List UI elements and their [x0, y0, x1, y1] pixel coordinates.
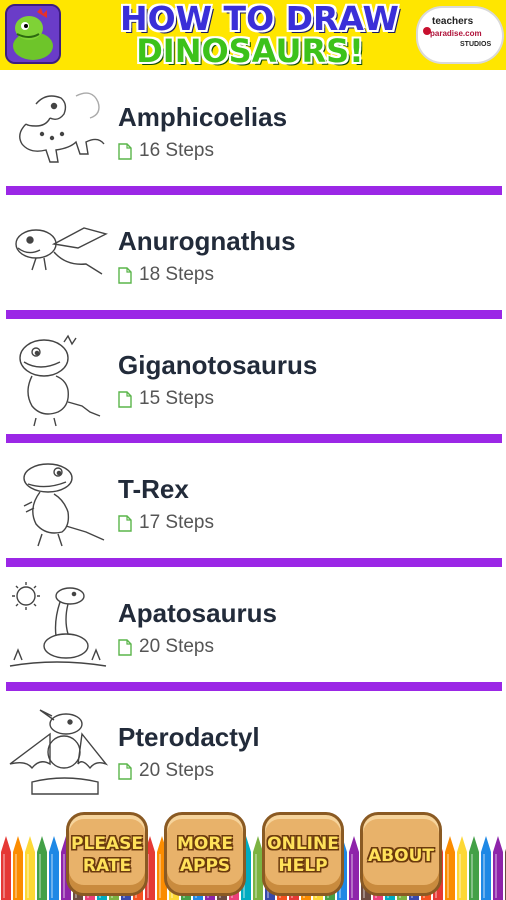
about-button[interactable]: ABOUT	[360, 812, 442, 896]
step-count-label: 15 Steps	[139, 388, 214, 409]
step-count-label: 18 Steps	[139, 264, 214, 285]
step-count: 20 Steps	[118, 760, 214, 782]
list-item[interactable]: Anurognathus 18 Steps	[0, 194, 506, 318]
crayon	[457, 836, 467, 900]
app-header: HOW TO DRAW DINOSAURS! teachers paradise…	[0, 0, 506, 70]
anurognathus-drawing-icon	[6, 208, 110, 306]
list-item[interactable]: T-Rex 17 Steps	[0, 442, 506, 566]
crayon	[349, 836, 359, 900]
document-icon	[118, 638, 132, 656]
list-item[interactable]: Apatosaurus 20 Steps	[0, 566, 506, 690]
crayon	[445, 836, 455, 900]
list-item[interactable]: Giganotosaurus 15 Steps	[0, 318, 506, 442]
crayon	[13, 836, 23, 900]
app-icon	[5, 4, 61, 64]
crayon	[49, 836, 59, 900]
crayon	[1, 836, 11, 900]
t-rex-drawing-icon	[6, 456, 110, 554]
document-icon	[118, 390, 132, 408]
crayon	[469, 836, 479, 900]
giganotosaurus-drawing-icon	[6, 332, 110, 430]
about-button-label: ABOUT	[368, 846, 434, 866]
more-apps-button-line2: APPS	[179, 856, 231, 876]
online-help-button-line1: ONLINE	[267, 834, 339, 854]
step-count-label: 16 Steps	[139, 140, 214, 161]
document-icon	[118, 142, 132, 160]
crayon	[25, 836, 35, 900]
logo-text-studios: STUDIOS	[460, 41, 492, 48]
dinosaur-name: Anurognathus	[118, 226, 296, 256]
dinosaur-name: Amphicoelias	[118, 102, 288, 132]
dinosaur-name: Apatosaurus	[118, 598, 277, 628]
step-count: 15 Steps	[118, 388, 214, 410]
crayon	[481, 836, 491, 900]
dinosaur-name: Pterodactyl	[118, 722, 260, 752]
please-rate-button-line1: PLEASE	[71, 834, 143, 854]
online-help-button[interactable]: ONLINE HELP	[262, 812, 344, 896]
list-item[interactable]: Amphicoelias 16 Steps	[0, 70, 506, 194]
logo-text-teachers: teachers	[432, 16, 474, 27]
step-count-label: 20 Steps	[139, 636, 214, 657]
amphicoelias-drawing-icon	[6, 84, 110, 182]
crayon	[37, 836, 47, 900]
step-count: 16 Steps	[118, 140, 214, 162]
logo-text-paradise: paradise.com	[430, 29, 482, 38]
please-rate-button-line2: RATE	[82, 856, 132, 876]
more-apps-button-line1: MORE	[176, 834, 234, 854]
more-apps-button[interactable]: MORE APPS	[164, 812, 246, 896]
step-count-label: 20 Steps	[139, 760, 214, 781]
apatosaurus-drawing-icon	[6, 580, 110, 678]
dinosaur-name: T-Rex	[118, 474, 189, 504]
document-icon	[118, 762, 132, 780]
document-icon	[118, 266, 132, 284]
crayon	[493, 836, 503, 900]
step-count-label: 17 Steps	[139, 512, 214, 533]
please-rate-button[interactable]: PLEASE RATE	[66, 812, 148, 896]
pterodactyl-drawing-icon	[6, 704, 110, 802]
dinosaur-name: Giganotosaurus	[118, 350, 318, 380]
list-item[interactable]: Pterodactyl 20 Steps	[0, 690, 506, 814]
step-count: 17 Steps	[118, 512, 214, 534]
document-icon	[118, 514, 132, 532]
step-count: 20 Steps	[118, 636, 214, 658]
step-count: 18 Steps	[118, 264, 214, 286]
app-title-line2: DINOSAURS!	[136, 32, 364, 70]
app-title-line1: HOW TO DRAW	[120, 0, 399, 38]
online-help-button-line2: HELP	[278, 856, 328, 876]
teachers-paradise-logo: teachers paradise.com STUDIOS	[418, 8, 502, 62]
